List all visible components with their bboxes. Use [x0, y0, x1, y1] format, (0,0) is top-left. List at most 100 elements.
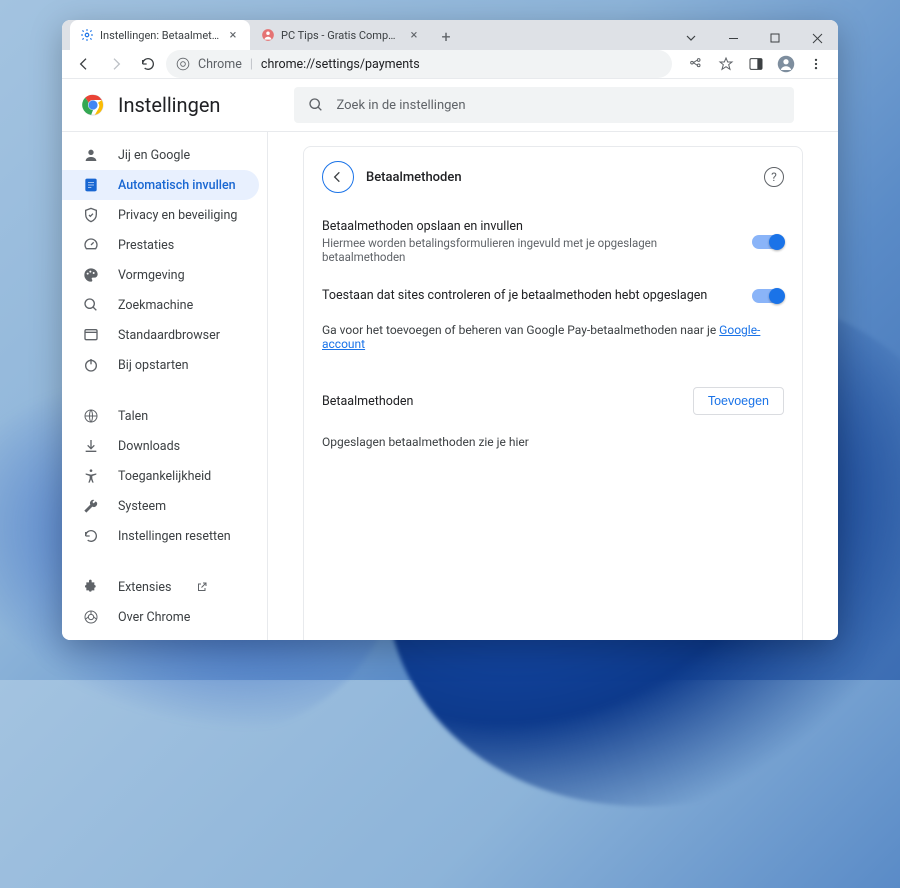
sidebar-item-label: Downloads: [118, 439, 180, 454]
sidebar-item-label: Bij opstarten: [118, 358, 189, 373]
settings-sidebar: Jij en Google Automatisch invullen Priva…: [62, 132, 268, 640]
sidebar-item-label: Jij en Google: [118, 148, 190, 163]
sidebar-item-label: Over Chrome: [118, 610, 190, 625]
settings-header: Instellingen Zoek in de instellingen: [62, 79, 838, 131]
forward-button[interactable]: [102, 50, 130, 78]
sidebar-item-label: Zoekmachine: [118, 298, 193, 313]
help-icon[interactable]: ?: [764, 167, 784, 187]
settings-search[interactable]: Zoek in de instellingen: [294, 87, 794, 123]
sidebar-item-accessibility[interactable]: Toegankelijkheid: [62, 461, 259, 491]
back-button[interactable]: [70, 50, 98, 78]
tab-title: PC Tips - Gratis Computer Tips, k: [281, 29, 401, 42]
sidebar-item-reset[interactable]: Instellingen resetten: [62, 521, 259, 551]
sidebar-item-autofill[interactable]: Automatisch invullen: [62, 170, 259, 200]
sidebar-item-appearance[interactable]: Vormgeving: [62, 260, 259, 290]
divider: [74, 561, 259, 562]
sidebar-item-search[interactable]: Zoekmachine: [62, 290, 259, 320]
sidebar-item-downloads[interactable]: Downloads: [62, 431, 259, 461]
panel-title: Betaalmethoden: [366, 170, 752, 185]
extension-icon: [82, 578, 100, 596]
browser-icon: [82, 326, 100, 344]
wrench-icon: [82, 497, 100, 515]
globe-icon: [82, 407, 100, 425]
main-panel: Betaalmethoden ? Betaalmethoden opslaan …: [268, 132, 838, 640]
settings-card: Betaalmethoden ? Betaalmethoden opslaan …: [303, 146, 803, 640]
sidebar-item-about[interactable]: Over Chrome: [62, 602, 259, 632]
sidebar-item-system[interactable]: Systeem: [62, 491, 259, 521]
sidebar-item-extensions[interactable]: Extensies: [62, 572, 259, 602]
page-title: Instellingen: [118, 93, 220, 117]
setting-text: Betaalmethoden opslaan en invullen Hierm…: [322, 219, 736, 264]
palette-icon: [82, 266, 100, 284]
sidebar-item-label: Automatisch invullen: [118, 178, 236, 193]
gear-icon: [80, 28, 94, 42]
sidebar-item-label: Toegankelijkheid: [118, 469, 211, 484]
url-text: chrome://settings/payments: [261, 57, 420, 72]
add-button[interactable]: Toevoegen: [693, 387, 784, 415]
tab-inactive[interactable]: PC Tips - Gratis Computer Tips, k ×: [251, 20, 431, 50]
download-icon: [82, 437, 100, 455]
sidebar-item-label: Instellingen resetten: [118, 529, 231, 544]
setting-title: Betaalmethoden opslaan en invullen: [322, 219, 736, 234]
sidebar-item-label: Prestaties: [118, 238, 174, 253]
tab-title: Instellingen: Betaalmethoden: [100, 29, 220, 42]
url-separator: |: [250, 57, 253, 72]
autofill-icon: [82, 176, 100, 194]
close-icon[interactable]: ×: [226, 28, 240, 42]
favicon: [261, 28, 275, 42]
close-icon[interactable]: ×: [407, 28, 421, 42]
sidebar-item-on-startup[interactable]: Bij opstarten: [62, 350, 259, 380]
chrome-icon: [82, 608, 100, 626]
settings-content: Instellingen Zoek in de instellingen Jij…: [62, 79, 838, 640]
tab-active[interactable]: Instellingen: Betaalmethoden ×: [70, 20, 250, 50]
address-bar[interactable]: Chrome | chrome://settings/payments: [166, 50, 672, 78]
speedometer-icon: [82, 236, 100, 254]
sidebar-item-default-browser[interactable]: Standaardbrowser: [62, 320, 259, 350]
toggle-save-fill[interactable]: [752, 235, 784, 249]
settings-body: Jij en Google Automatisch invullen Priva…: [62, 131, 838, 640]
power-icon: [82, 356, 100, 374]
panel-header: Betaalmethoden ?: [304, 147, 802, 207]
sidebar-item-label: Talen: [118, 409, 148, 424]
setting-text: Toestaan dat sites controleren of je bet…: [322, 288, 736, 303]
sidebar-item-languages[interactable]: Talen: [62, 401, 259, 431]
sidebar-item-you-google[interactable]: Jij en Google: [62, 140, 259, 170]
sidebar-item-label: Extensies: [118, 580, 172, 595]
close-button[interactable]: [796, 23, 838, 53]
sidebar-item-privacy[interactable]: Privacy en beveiliging: [62, 200, 259, 230]
external-link-icon: [196, 581, 208, 593]
sidebar-item-label: Vormgeving: [118, 268, 185, 283]
setting-subtitle: Hiermee worden betalingsformulieren inge…: [322, 236, 736, 264]
search-icon: [308, 97, 324, 113]
person-icon: [82, 146, 100, 164]
setting-title: Toestaan dat sites controleren of je bet…: [322, 288, 736, 303]
reload-button[interactable]: [134, 50, 162, 78]
sidebar-item-label: Systeem: [118, 499, 166, 514]
divider: [74, 390, 259, 391]
chrome-logo-icon: [82, 94, 104, 116]
chevron-down-icon[interactable]: [670, 23, 712, 53]
chrome-window: Instellingen: Betaalmethoden × PC Tips -…: [62, 20, 838, 640]
sidebar-item-label: Privacy en beveiliging: [118, 208, 237, 223]
empty-state-message: Opgeslagen betaalmethoden zie je hier: [304, 421, 802, 463]
maximize-button[interactable]: [754, 23, 796, 53]
accessibility-icon: [82, 467, 100, 485]
minimize-button[interactable]: [712, 23, 754, 53]
note-text: Ga voor het toevoegen of beheren van Goo…: [322, 323, 719, 337]
setting-row-allow-check: Toestaan dat sites controleren of je bet…: [304, 276, 802, 315]
setting-row-save-fill: Betaalmethoden opslaan en invullen Hierm…: [304, 207, 802, 276]
search-icon: [82, 296, 100, 314]
sidebar-item-performance[interactable]: Prestaties: [62, 230, 259, 260]
reset-icon: [82, 527, 100, 545]
toggle-allow-check[interactable]: [752, 289, 784, 303]
chrome-icon: [176, 57, 190, 71]
shield-icon: [82, 206, 100, 224]
tab-strip: Instellingen: Betaalmethoden × PC Tips -…: [62, 20, 838, 50]
back-button[interactable]: [322, 161, 354, 193]
search-placeholder: Zoek in de instellingen: [336, 98, 465, 113]
url-prefix: Chrome: [198, 57, 242, 72]
google-pay-note: Ga voor het toevoegen of beheren van Goo…: [304, 315, 802, 369]
new-tab-button[interactable]: +: [432, 22, 460, 50]
sidebar-item-label: Standaardbrowser: [118, 328, 220, 343]
section-title: Betaalmethoden: [322, 394, 413, 409]
